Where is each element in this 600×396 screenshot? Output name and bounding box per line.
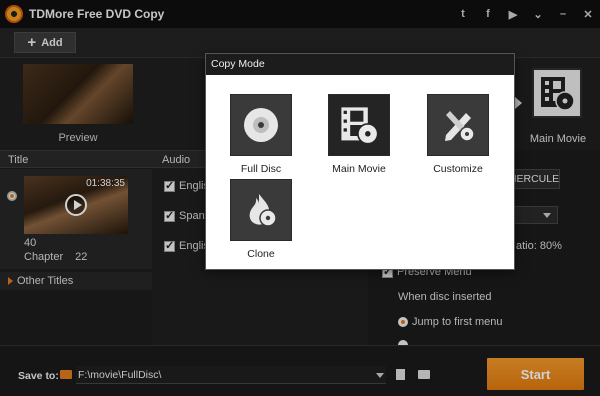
clone-label: Clone <box>247 248 275 260</box>
copy-mode-dialog: Copy Mode Full Disc Main Movie Customize… <box>205 53 515 270</box>
dialog-title: Copy Mode <box>206 54 514 75</box>
flame-disc-icon[interactable] <box>230 179 292 241</box>
clone-option[interactable]: Clone <box>229 179 293 260</box>
disc-icon[interactable] <box>230 94 292 156</box>
pencil-tools-icon[interactable] <box>427 94 489 156</box>
film-disc-icon[interactable] <box>328 94 390 156</box>
customize-option[interactable]: Customize <box>426 94 490 175</box>
full-disc-option[interactable]: Full Disc <box>229 94 293 175</box>
full-disc-label: Full Disc <box>240 163 282 175</box>
customize-label: Customize <box>433 163 483 175</box>
main-movie-option-label: Main Movie <box>332 163 386 175</box>
main-movie-option[interactable]: Main Movie <box>327 94 391 175</box>
